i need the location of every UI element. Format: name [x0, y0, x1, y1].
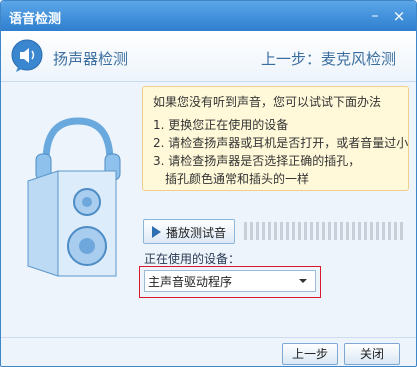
- meter-segment: [346, 222, 349, 240]
- voice-check-window: 语音检测 – × 扬声器检测 上一步：麦克风检测 如果您没有听到声音，您可以试试…: [0, 0, 417, 367]
- window-title: 语音检测: [9, 12, 62, 27]
- meter-segment: [298, 222, 301, 240]
- meter-segment: [316, 222, 319, 240]
- troubleshoot-tips-panel: 如果您没有听到声音，您可以试试下面办法 1. 更换您正在使用的设备 2. 请检查…: [142, 86, 409, 191]
- meter-segment: [364, 222, 367, 240]
- close-button[interactable]: 关闭: [344, 343, 400, 365]
- volume-level-meter: [244, 222, 404, 240]
- play-test-sound-button[interactable]: 播放测试音: [143, 219, 235, 244]
- meter-segment: [256, 222, 259, 240]
- meter-segment: [376, 222, 379, 240]
- tip-item: 2. 请检查扬声器或耳机是否打开，或者音量过小: [153, 136, 409, 150]
- meter-segment: [334, 222, 337, 240]
- tip-item: 3. 请检查扬声器是否选择正确的插孔，: [153, 154, 361, 168]
- meter-segment: [274, 222, 277, 240]
- meter-segment: [244, 222, 247, 240]
- close-window-button[interactable]: ×: [390, 7, 408, 25]
- speaker-headphones-illustration: [27, 117, 121, 277]
- tip-item: 1. 更换您正在使用的设备: [153, 118, 289, 132]
- meter-segment: [388, 222, 391, 240]
- meter-segment: [262, 222, 265, 240]
- meter-segment: [394, 222, 397, 240]
- meter-segment: [358, 222, 361, 240]
- meter-segment: [250, 222, 253, 240]
- meter-segment: [310, 222, 313, 240]
- meter-segment: [328, 222, 331, 240]
- meter-segment: [286, 222, 289, 240]
- meter-segment: [370, 222, 373, 240]
- meter-segment: [304, 222, 307, 240]
- device-dropdown[interactable]: 主声音驱动程序: [144, 270, 316, 292]
- meter-segment: [292, 222, 295, 240]
- previous-step-link[interactable]: 上一步：麦克风检测: [261, 48, 396, 69]
- page-title: 扬声器检测: [53, 50, 129, 68]
- meter-segment: [280, 222, 283, 240]
- tips-heading: 如果您没有听到声音，您可以试试下面办法: [153, 95, 382, 109]
- meter-segment: [352, 222, 355, 240]
- meter-segment: [268, 222, 271, 240]
- meter-segment: [400, 222, 403, 240]
- meter-segment: [322, 222, 325, 240]
- chevron-down-icon: [299, 279, 307, 283]
- device-selected-value: 主声音驱动程序: [148, 275, 233, 289]
- meter-segment: [340, 222, 343, 240]
- meter-segment: [382, 222, 385, 240]
- play-icon: [152, 226, 161, 238]
- speaker-bubble-icon: [11, 39, 43, 72]
- minimize-button[interactable]: –: [366, 7, 384, 25]
- back-button[interactable]: 上一步: [282, 343, 338, 365]
- titlebar: 语音检测 – ×: [1, 1, 416, 31]
- play-button-label: 播放测试音: [166, 226, 227, 240]
- footer-divider: [1, 337, 416, 338]
- tip-item: 插孔颜色通常和插头的一样: [165, 172, 310, 186]
- device-label: 正在使用的设备：: [144, 252, 241, 266]
